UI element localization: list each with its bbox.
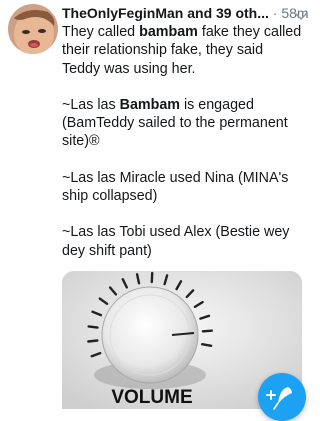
text-segment: They called (62, 24, 139, 40)
feather-plus-icon (267, 387, 292, 409)
compose-button[interactable] (258, 373, 306, 421)
text-segment: ~Las las (62, 97, 120, 113)
text-segment: ~Las las Miracle used Nina (MINA's ship … (62, 170, 288, 204)
separator: · (273, 5, 278, 21)
tweet[interactable]: TheOnlyFeginMan and 39 oth... · 58m They… (0, 0, 313, 409)
text-segment: ~Las las Tobi used Alex (Bestie wey dey … (62, 224, 289, 258)
tweet-header: TheOnlyFeginMan and 39 oth... · 58m (62, 4, 307, 22)
tweet-paragraph: ~Las las Miracle used Nina (MINA's ship … (62, 169, 302, 206)
media-caption: VOLUME (111, 387, 192, 408)
avatar[interactable] (8, 4, 58, 54)
bold-text: Bambam (120, 97, 180, 113)
author-name[interactable]: TheOnlyFeginMan and 39 oth... (62, 5, 269, 21)
knob-tick (203, 331, 212, 332)
tweet-paragraph: ~Las las Tobi used Alex (Bestie wey dey … (62, 223, 302, 260)
tweet-paragraph: They called bambam fake they called thei… (62, 23, 302, 78)
bold-text: bambam (139, 24, 198, 40)
knob-tick (89, 326, 98, 327)
knob-tick (88, 341, 97, 342)
tweet-text: They called bambam fake they called thei… (62, 23, 302, 296)
tweet-paragraph: ~Las las Bambam is engaged (BamTeddy sai… (62, 96, 302, 151)
knob-tick (202, 344, 211, 346)
